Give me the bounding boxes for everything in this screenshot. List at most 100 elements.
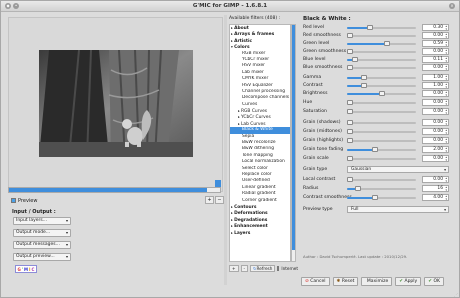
slider-handle[interactable] <box>347 138 353 143</box>
param-spinbox[interactable]: 1.00 ▴ ▾ <box>422 74 449 81</box>
param-slider[interactable] <box>347 186 416 191</box>
param-spinbox[interactable]: 0.00 ▴ ▾ <box>422 64 449 71</box>
param-slider[interactable] <box>347 109 416 114</box>
slider-handle[interactable] <box>371 195 378 200</box>
param-slider[interactable] <box>347 83 416 88</box>
slider-handle[interactable] <box>347 177 353 182</box>
spin-arrows-icon[interactable]: ▴ ▾ <box>445 186 447 192</box>
filter-category[interactable]: ▸ Layers <box>230 230 290 236</box>
spin-arrows-icon[interactable]: ▴ ▾ <box>445 138 447 144</box>
slider-handle[interactable] <box>347 49 353 54</box>
preview-area[interactable] <box>8 17 223 192</box>
param-spinbox[interactable]: 0.00 ▴ ▾ <box>422 137 449 144</box>
param-slider[interactable] <box>347 177 416 182</box>
param-slider[interactable] <box>347 33 416 38</box>
slider-handle[interactable] <box>347 109 353 114</box>
param-spinbox[interactable]: 0.11 ▴ ▾ <box>422 56 449 63</box>
spin-arrows-icon[interactable]: ▴ ▾ <box>445 57 447 63</box>
spin-arrows-icon[interactable]: ▴ ▾ <box>445 49 447 55</box>
spin-arrows-icon[interactable]: ▴ ▾ <box>445 147 447 153</box>
slider-handle[interactable] <box>347 129 353 134</box>
spin-arrows-icon[interactable]: ▴ ▾ <box>445 195 447 201</box>
resize-grip-icon[interactable]: ⋰ <box>454 292 459 297</box>
title-bar[interactable]: ◆ • G'MIC for GIMP - 1.6.8.1 × <box>1 1 459 12</box>
param-spinbox[interactable]: 0.00 ▴ ▾ <box>422 155 449 162</box>
param-spinbox[interactable]: 0.00 ▴ ▾ <box>422 32 449 39</box>
param-slider[interactable] <box>347 138 416 143</box>
spin-arrows-icon[interactable]: ▴ ▾ <box>445 177 447 183</box>
slider-handle[interactable] <box>366 25 373 30</box>
spin-arrows-icon[interactable]: ▴ ▾ <box>445 120 447 126</box>
preview-horizontal-scrollbar[interactable] <box>8 187 221 193</box>
maximize-button[interactable]: Maximize <box>361 277 393 286</box>
slider-handle[interactable] <box>347 33 353 38</box>
param-slider[interactable] <box>347 156 416 161</box>
output-messages-select[interactable]: Output messages... ▾ <box>13 241 71 249</box>
param-spinbox[interactable]: 16 ▴ ▾ <box>422 185 449 192</box>
spin-arrows-icon[interactable]: ▴ ▾ <box>445 83 447 89</box>
output-preview-select[interactable]: Output preview... ▾ <box>13 253 71 261</box>
param-spinbox[interactable]: 0.30 ▴ ▾ <box>422 24 449 31</box>
scrollbar-thumb[interactable] <box>292 25 295 250</box>
slider-handle[interactable] <box>347 156 353 161</box>
param-spinbox[interactable]: 0.00 ▴ ▾ <box>422 90 449 97</box>
add-favorite-button[interactable]: + <box>229 264 239 272</box>
param-slider[interactable] <box>347 195 416 200</box>
param-spinbox[interactable]: 0.00 ▴ ▾ <box>422 108 449 115</box>
param-spinbox[interactable]: 0.00 ▴ ▾ <box>422 128 449 135</box>
param-slider[interactable] <box>347 25 416 30</box>
param-spinbox[interactable]: 2.00 ▴ ▾ <box>422 146 449 153</box>
param-slider[interactable] <box>347 91 416 96</box>
slider-handle[interactable] <box>347 100 353 105</box>
slider-handle[interactable] <box>355 186 362 191</box>
spin-arrows-icon[interactable]: ▴ ▾ <box>445 41 447 47</box>
spin-arrows-icon[interactable]: ▴ ▾ <box>445 33 447 39</box>
spin-arrows-icon[interactable]: ▴ ▾ <box>445 65 447 71</box>
apply-button[interactable]: ✔ Apply <box>395 277 422 286</box>
preview-image[interactable] <box>39 50 193 157</box>
param-slider[interactable] <box>347 100 416 105</box>
param-slider[interactable] <box>347 41 416 46</box>
spin-arrows-icon[interactable]: ▴ ▾ <box>445 109 447 115</box>
cancel-button[interactable]: ⊘ Cancel <box>301 277 330 286</box>
slider-handle[interactable] <box>347 65 353 70</box>
spin-arrows-icon[interactable]: ▴ ▾ <box>445 75 447 81</box>
spin-arrows-icon[interactable]: ▴ ▾ <box>445 25 447 31</box>
filters-tree[interactable]: ▸ About ▸ Arrays & frames ▸ Artistic ▾ Colo… <box>229 24 291 262</box>
spin-arrows-icon[interactable]: ▴ ▾ <box>445 129 447 135</box>
param-spinbox[interactable]: 0.00 ▴ ▾ <box>422 176 449 183</box>
slider-handle[interactable] <box>378 91 385 96</box>
zoom-out-button[interactable]: − <box>215 196 224 204</box>
slider-handle[interactable] <box>384 41 391 46</box>
panel-splitter[interactable] <box>224 15 227 285</box>
spin-arrows-icon[interactable]: ▴ ▾ <box>445 100 447 106</box>
spin-arrows-icon[interactable]: ▴ ▾ <box>445 156 447 162</box>
param-slider[interactable] <box>347 120 416 125</box>
param-slider[interactable] <box>347 57 416 62</box>
param-slider[interactable] <box>347 147 416 152</box>
preview-vertical-scrollbar[interactable] <box>215 180 221 187</box>
param-spinbox[interactable]: 0.00 ▴ ▾ <box>422 119 449 126</box>
param-slider[interactable] <box>347 49 416 54</box>
spin-arrows-icon[interactable]: ▴ ▾ <box>445 91 447 97</box>
param-spinbox[interactable]: 1.00 ▴ ▾ <box>422 82 449 89</box>
slider-handle[interactable] <box>371 147 378 152</box>
zoom-in-button[interactable]: + <box>205 196 214 204</box>
slider-handle[interactable] <box>352 57 359 62</box>
param-spinbox[interactable]: 0.00 ▴ ▾ <box>422 48 449 55</box>
scrollbar-thumb[interactable] <box>9 188 207 192</box>
internet-checkbox[interactable] <box>277 265 280 271</box>
param-spinbox[interactable]: 0.59 ▴ ▾ <box>422 40 449 47</box>
param-combo[interactable]: Gaussian ▾ <box>347 166 449 173</box>
slider-handle[interactable] <box>361 75 368 80</box>
refresh-button[interactable]: ↻Refresh <box>250 264 276 272</box>
preview-checkbox[interactable] <box>11 198 16 203</box>
slider-handle[interactable] <box>361 83 368 88</box>
slider-handle[interactable] <box>347 120 353 125</box>
input-layers-select[interactable]: Input layers... ▾ <box>13 217 71 225</box>
reset-button[interactable]: ✱ Reset <box>332 277 359 286</box>
param-spinbox[interactable]: 0.00 ▴ ▾ <box>422 99 449 106</box>
ok-button[interactable]: ✔ OK <box>424 277 444 286</box>
output-mode-select[interactable]: Output mode... ▾ <box>13 229 71 237</box>
close-window-icon[interactable]: × <box>449 3 455 9</box>
